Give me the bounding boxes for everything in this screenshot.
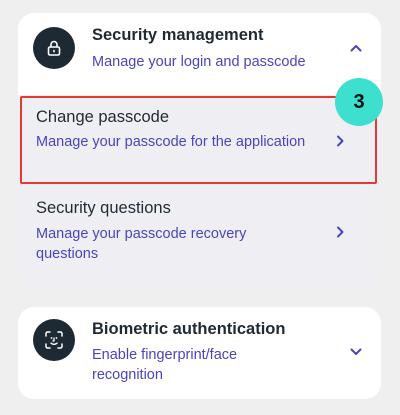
security-management-header[interactable]: Security management Manage your login an…	[18, 13, 381, 83]
lock-icon	[47, 40, 61, 56]
chevron-right-icon	[337, 226, 344, 238]
lock-icon-circle	[33, 27, 75, 69]
security-management-title: Security management	[92, 26, 264, 44]
change-passcode-highlight	[20, 96, 377, 184]
security-management-subtitle: Manage your login and passcode	[92, 54, 306, 70]
security-questions-subtitle: Manage your passcode recovery questions	[36, 226, 247, 262]
biometric-authentication-title: Biometric authentication	[92, 320, 286, 338]
step-number-badge: 3	[335, 78, 383, 126]
biometric-authentication-subtitle: Enable fingerprint/face recognition	[92, 347, 238, 383]
chevron-down-icon[interactable]	[349, 345, 363, 359]
security-questions-row[interactable]: Security questions Manage your passcode …	[18, 190, 381, 280]
face-scan-icon	[45, 331, 63, 349]
biometric-authentication-card[interactable]: Biometric authentication Enable fingerpr…	[18, 307, 381, 399]
face-scan-icon-circle	[33, 319, 75, 361]
chevron-up-icon[interactable]	[349, 41, 363, 55]
security-questions-title: Security questions	[36, 199, 171, 217]
